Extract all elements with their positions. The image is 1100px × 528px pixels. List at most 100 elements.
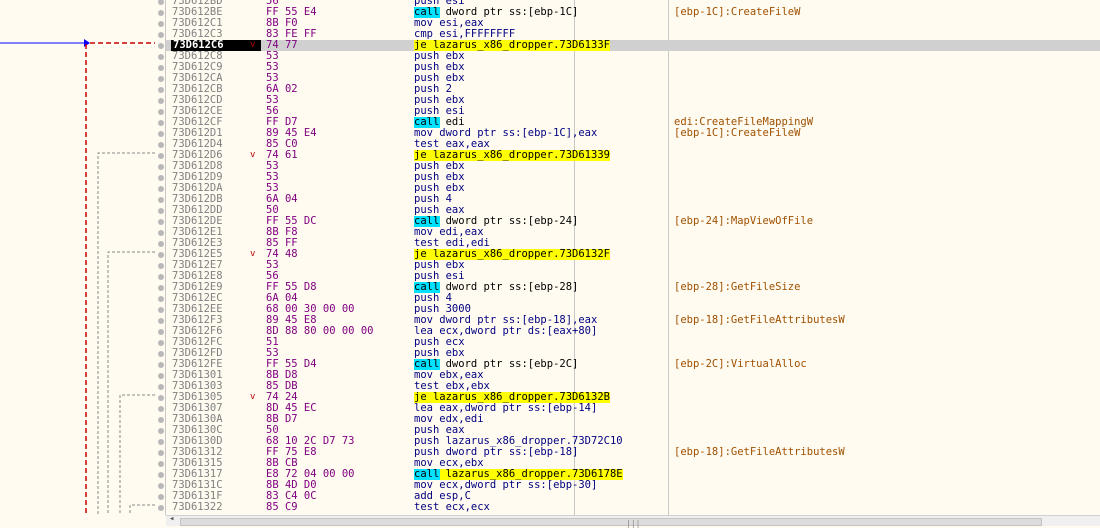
- breakpoint-dot-icon[interactable]: [158, 417, 164, 423]
- branch-arrow-gutter: [0, 0, 165, 515]
- listing-row[interactable]: 73D612C9 53 push ebx: [166, 62, 1100, 73]
- breakpoint-dot-icon[interactable]: [158, 329, 164, 335]
- breakpoint-dot-icon[interactable]: [158, 10, 164, 16]
- breakpoint-dot-icon[interactable]: [158, 340, 164, 346]
- breakpoint-dot-icon[interactable]: [158, 472, 164, 478]
- row-bytes: 6A 04: [266, 193, 298, 205]
- listing-row[interactable]: 73D612CE 56 push esi: [166, 106, 1100, 117]
- breakpoint-dot-icon[interactable]: [158, 230, 164, 236]
- listing-row[interactable]: 73D612D1 89 45 E4 mov dword ptr ss:[ebp-1C…: [166, 128, 1100, 139]
- breakpoint-dot-icon[interactable]: [158, 164, 164, 170]
- breakpoint-dot-icon[interactable]: [158, 384, 164, 390]
- listing-row[interactable]: 73D612CD 53 push ebx: [166, 95, 1100, 106]
- row-bytes: 53: [266, 50, 279, 62]
- row-bytes: 8B D7: [266, 413, 298, 425]
- row-comment: [ebp-18]:GetFileAttributesW: [674, 446, 845, 458]
- listing-row[interactable]: 73D612C8 53 push ebx: [166, 51, 1100, 62]
- breakpoint-dot-icon[interactable]: [158, 175, 164, 181]
- listing-row[interactable]: 73D61301 8B D8 mov ebx,eax: [166, 370, 1100, 381]
- listing-row[interactable]: 73D612F6 8D 88 80 00 00 00 lea ecx,dword p…: [166, 326, 1100, 337]
- jump-arrow-icon: v: [250, 40, 256, 50]
- breakpoint-dot-icon[interactable]: [158, 65, 164, 71]
- listing-row[interactable]: 73D612E9 FF 55 D8 call dword ptr ss:[ebp-2…: [166, 282, 1100, 293]
- row-bytes: 53: [266, 94, 279, 106]
- breakpoint-dot-icon[interactable]: [158, 87, 164, 93]
- breakpoint-dot-icon[interactable]: [158, 406, 164, 412]
- breakpoint-dot-icon[interactable]: [158, 197, 164, 203]
- jump-arrow-icon: v: [250, 150, 256, 160]
- breakpoint-dot-icon[interactable]: [158, 362, 164, 368]
- listing-row[interactable]: 73D612D4 85 C0 test eax,eax: [166, 139, 1100, 150]
- breakpoint-dot-icon[interactable]: [158, 208, 164, 214]
- row-bytes: 53: [266, 61, 279, 73]
- breakpoint-dot-icon[interactable]: [158, 98, 164, 104]
- breakpoint-dot-icon[interactable]: [158, 131, 164, 137]
- listing-row[interactable]: 73D6130A 8B D7 mov edx,edi: [166, 414, 1100, 425]
- listing-row[interactable]: 73D612BE FF 55 E4 call dword ptr ss:[ebp-1…: [166, 7, 1100, 18]
- breakpoint-dot-icon[interactable]: [158, 351, 164, 357]
- listing-row[interactable]: 73D61322 85 C9 test ecx,ecx: [166, 502, 1100, 513]
- listing-row[interactable]: 73D612D6 74 61 v je lazarus_x86_dropper.73D…: [166, 150, 1100, 161]
- listing-row[interactable]: 73D612C6 74 77 v je lazarus_x86_dropper.73D…: [166, 40, 1100, 51]
- breakpoint-dot-icon[interactable]: [158, 318, 164, 324]
- listing-row[interactable]: 73D612C3 83 FE FF cmp esi,FFFFFFFF: [166, 29, 1100, 40]
- listing-row[interactable]: 73D612DE FF 55 DC call dword ptr ss:[ebp-2…: [166, 216, 1100, 227]
- listing-row[interactable]: 73D61312 FF 75 E8 push dword ptr ss:[ebp-1…: [166, 447, 1100, 458]
- breakpoint-dot-icon[interactable]: [158, 109, 164, 115]
- row-bytes: 85 C9: [266, 501, 298, 513]
- listing-row[interactable]: 73D61307 8D 45 EC lea eax,dword ptr ss:[eb…: [166, 403, 1100, 414]
- breakpoint-dot-icon[interactable]: [158, 483, 164, 489]
- listing-row[interactable]: 73D6131F 83 C4 0C add esp,C: [166, 491, 1100, 502]
- scroll-left-arrow-icon[interactable]: ◂: [169, 514, 174, 524]
- breakpoint-dot-icon[interactable]: [158, 439, 164, 445]
- breakpoint-dot-icon[interactable]: [158, 428, 164, 434]
- listing-row[interactable]: 73D612E1 8B F8 mov edi,eax: [166, 227, 1100, 238]
- listing-row[interactable]: 73D612D9 53 push ebx: [166, 172, 1100, 183]
- listing-row[interactable]: 73D612CB 6A 02 push 2: [166, 84, 1100, 95]
- row-comment: [ebp-28]:GetFileSize: [674, 281, 801, 293]
- listing-row[interactable]: 73D612E5 74 48 v je lazarus_x86_dropper.73D…: [166, 249, 1100, 260]
- listing-row[interactable]: 73D612DB 6A 04 push 4: [166, 194, 1100, 205]
- listing-row[interactable]: 73D612FE FF 55 D4 call dword ptr ss:[ebp-2…: [166, 359, 1100, 370]
- row-disassembly: test ecx,ecx: [414, 501, 490, 513]
- horizontal-scrollbar[interactable]: ◂ |||: [166, 514, 1100, 528]
- listing-row[interactable]: 73D61303 85 DB test ebx,ebx: [166, 381, 1100, 392]
- breakpoint-dot-icon[interactable]: [158, 461, 164, 467]
- row-comment: [ebp-18]:GetFileAttributesW: [674, 314, 845, 326]
- breakpoint-dot-icon[interactable]: [158, 296, 164, 302]
- listing-row[interactable]: 73D612D8 53 push ebx: [166, 161, 1100, 172]
- breakpoint-dot-icon[interactable]: [158, 252, 164, 258]
- breakpoint-dot-icon[interactable]: [158, 505, 164, 511]
- row-comment: [ebp-1C]:CreateFileW: [674, 127, 801, 139]
- row-comment: [ebp-24]:MapViewOfFile: [674, 215, 814, 227]
- breakpoint-dot-icon[interactable]: [158, 285, 164, 291]
- breakpoint-dot-icon[interactable]: [158, 241, 164, 247]
- listing-row[interactable]: 73D612E7 53 push ebx: [166, 260, 1100, 271]
- breakpoint-dot-icon[interactable]: [158, 274, 164, 280]
- breakpoint-dot-icon[interactable]: [158, 307, 164, 313]
- breakpoint-dot-icon[interactable]: [158, 32, 164, 38]
- breakpoint-dot-icon[interactable]: [158, 142, 164, 148]
- breakpoint-dot-icon[interactable]: [158, 186, 164, 192]
- breakpoint-dot-icon[interactable]: [158, 76, 164, 82]
- breakpoint-dot-icon[interactable]: [158, 494, 164, 500]
- breakpoint-dot-icon[interactable]: [158, 120, 164, 126]
- breakpoint-dot-icon[interactable]: [158, 373, 164, 379]
- breakpoint-dot-icon[interactable]: [158, 54, 164, 60]
- row-bytes: 74 48: [266, 248, 298, 260]
- breakpoint-dot-icon[interactable]: [158, 153, 164, 159]
- row-bytes: 53: [266, 259, 279, 271]
- row-address: 73D61322: [172, 501, 223, 513]
- listing-row[interactable]: 73D612CA 53 push ebx: [166, 73, 1100, 84]
- jump-arrow-icon: v: [250, 249, 256, 259]
- breakpoint-dot-icon[interactable]: [158, 21, 164, 27]
- breakpoint-dot-icon[interactable]: [158, 450, 164, 456]
- listing-row[interactable]: 73D612FC 51 push ecx: [166, 337, 1100, 348]
- disassembly-listing[interactable]: 73D612BD 56 push esi 73D612BE FF 55 E4 call d…: [166, 0, 1100, 515]
- listing-row[interactable]: 73D612DA 53 push ebx: [166, 183, 1100, 194]
- breakpoint-dot-icon[interactable]: [158, 395, 164, 401]
- listing-row[interactable]: 73D612E3 85 FF test edi,edi: [166, 238, 1100, 249]
- breakpoint-dot-icon[interactable]: [158, 43, 164, 49]
- breakpoint-dot-icon[interactable]: [158, 263, 164, 269]
- breakpoint-dot-icon[interactable]: [158, 219, 164, 225]
